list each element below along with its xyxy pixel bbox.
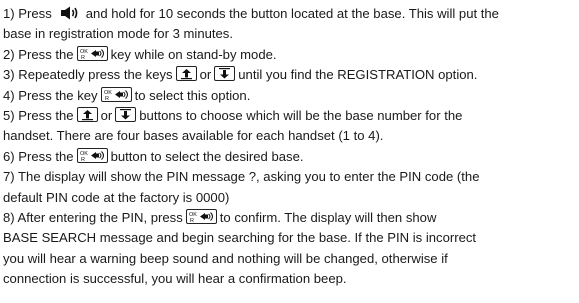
step-1-text-c: base in registration mode for 3 minutes. [3,26,233,42]
ok-r-key-icon: OK R [76,147,108,163]
step-6-line: 6) Press the OK Rbutton to select the desi… [3,147,579,167]
step-2-line: 2) Press the OK Rkey while on stand-by mod… [3,45,579,65]
step-7-text-b: default PIN code at the factory is 0000) [3,189,230,205]
step-5-text-a: 5) Press the [3,107,74,123]
step-4-text-a: 4) Press the key [3,87,98,103]
step-1-line-2: base in registration mode for 3 minutes. [3,24,579,44]
down-arrow-key-icon [115,107,137,122]
step-8-line-4: connection is successful, you will hear … [3,269,579,289]
step-8-text-c: BASE SEARCH message and begin searching … [3,230,477,246]
step-1-text-b: and hold for 10 seconds the button locat… [85,6,499,21]
svg-text:R: R [190,218,194,223]
step-3-line: 3) Repeatedly press the keys or until you … [3,65,579,85]
instructions-document: 1) Press and hold for 10 seconds the butt… [0,0,579,303]
step-3-text-c: until you find the REGISTRATION option. [238,67,478,83]
step-8-line-1: 8) After entering the PIN, press OK Rto co… [3,208,579,228]
step-7-line-2: default PIN code at the factory is 0000) [3,188,579,208]
step-8-text-a: 8) After entering the PIN, press [3,209,183,225]
step-3-text-b: or [199,67,212,83]
step-1-text-a: 1) Press [3,6,52,21]
step-8-line-3: you will hear a warning beep sound and n… [3,249,579,269]
step-5-text-c: buttons to choose which will be the base… [139,107,463,123]
step-8-text-e: connection is successful, you will hear … [3,271,347,287]
step-4-text-b: to select this option. [134,87,251,103]
ok-r-key-icon: OK R [100,86,132,102]
step-2-text-b: key while on stand-by mode. [110,46,277,62]
step-2-text-a: 2) Press the [3,46,74,62]
down-arrow-key-icon [214,66,236,82]
step-5-line-1: 5) Press the or buttons to choose which wi… [3,106,579,126]
ok-r-key-icon: OK R [185,208,217,224]
step-4-line: 4) Press the key OK Rto select this option… [3,86,579,106]
step-3-text-a: 3) Repeatedly press the keys [3,67,173,83]
step-7-line-1: 7) The display will show the PIN message… [3,167,579,187]
svg-text:R: R [81,55,85,60]
step-8-line-2: BASE SEARCH message and begin searching … [3,228,579,248]
step-5-text-b: or [100,107,113,123]
ok-r-key-icon: OK R [76,45,108,61]
up-arrow-key-icon [175,66,197,82]
svg-text:R: R [105,96,109,101]
step-6-text-b: button to select the desired base. [110,148,304,164]
speaker-icon [60,5,80,21]
step-7-text-a: 7) The display will show the PIN message… [3,169,480,185]
step-5-line-2: handset. There are four bases available … [3,126,579,146]
step-5-text-d: handset. There are four bases available … [3,128,384,144]
step-6-text-a: 6) Press the [3,148,74,164]
step-1-line-1: 1) Press and hold for 10 seconds the butt… [3,4,579,24]
step-8-text-b: to confirm. The display will then show [219,209,437,225]
svg-text:R: R [81,157,85,162]
up-arrow-key-icon [76,107,98,122]
step-8-text-d: you will hear a warning beep sound and n… [3,250,448,266]
